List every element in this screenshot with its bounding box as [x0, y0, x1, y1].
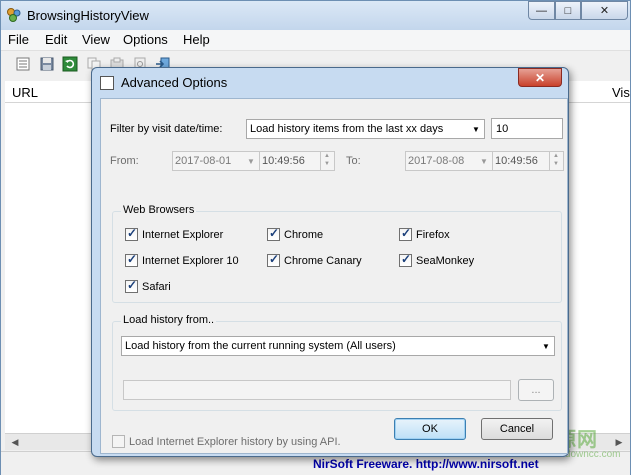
spinner-icon[interactable]: ▲ ▼: [549, 152, 563, 170]
minimize-button[interactable]: —: [528, 1, 555, 20]
checkbox-label: Internet Explorer 10: [142, 254, 239, 267]
refresh-icon[interactable]: [62, 56, 78, 72]
days-value: 10: [496, 123, 509, 135]
menu-help[interactable]: Help: [181, 32, 212, 47]
from-date-picker[interactable]: 2017-08-01 ▼: [172, 151, 260, 171]
checkbox-label: Firefox: [416, 228, 450, 241]
browse-label: ...: [531, 384, 541, 396]
window-title: BrowsingHistoryView: [27, 8, 149, 23]
properties-icon[interactable]: [15, 56, 31, 72]
checkbox-seamonkey[interactable]: ✓ SeaMonkey: [399, 252, 475, 267]
nirsoft-link[interactable]: NirSoft Freeware. http://www.nirsoft.net: [313, 457, 539, 471]
from-time-value: 10:49:56: [262, 155, 305, 167]
dialog-title-bar: Advanced Options ✕: [92, 68, 568, 97]
cancel-label: Cancel: [499, 423, 535, 435]
from-label: From:: [110, 155, 139, 167]
advanced-options-dialog: Advanced Options ✕ Filter by visit date/…: [91, 67, 569, 457]
menu-view[interactable]: View: [80, 32, 112, 47]
dialog-window-icon: [100, 76, 114, 90]
chevron-down-icon: ▼: [542, 341, 550, 351]
checkbox-firefox[interactable]: ✓ Firefox: [399, 226, 450, 241]
close-icon: ✕: [599, 5, 610, 17]
checkbox-label: SeaMonkey: [416, 254, 475, 267]
checkbox-internet-explorer-10[interactable]: ✓ Internet Explorer 10: [125, 252, 239, 267]
dialog-close-button[interactable]: ✕: [518, 68, 562, 87]
history-source-select[interactable]: Load history from the current running sy…: [121, 336, 555, 356]
scroll-right-icon[interactable]: ▶: [611, 436, 627, 449]
web-browsers-title: Web Browsers: [121, 204, 197, 216]
chevron-down-icon: ▼: [480, 156, 488, 166]
column-url-header[interactable]: URL: [12, 85, 38, 100]
app-icon: [7, 8, 21, 22]
maximize-icon: □: [564, 4, 572, 17]
checkbox-chrome[interactable]: ✓ Chrome: [267, 226, 324, 241]
filter-mode-value: Load history items from the last xx days: [250, 123, 444, 135]
menu-edit[interactable]: Edit: [43, 32, 69, 47]
to-date-value: 2017-08-08: [408, 155, 465, 167]
chevron-down-icon: ▼: [247, 156, 255, 166]
menu-file[interactable]: File: [6, 32, 31, 47]
from-time-picker[interactable]: 10:49:56 ▲ ▼: [259, 151, 335, 171]
maximize-button[interactable]: □: [555, 1, 581, 20]
history-path-input[interactable]: [123, 380, 511, 400]
checkbox-chrome-canary[interactable]: ✓ Chrome Canary: [267, 252, 362, 267]
ok-button[interactable]: OK: [394, 418, 466, 440]
column-visit-header[interactable]: Vis: [612, 85, 630, 100]
close-button[interactable]: ✕: [581, 1, 628, 20]
checkbox-label: Safari: [142, 280, 171, 293]
checkbox-label: Chrome: [284, 228, 324, 241]
menu-bar: File Edit View Options Help: [1, 30, 630, 51]
load-history-group: Load history from.. Load history from th…: [112, 314, 562, 411]
checkbox-safari[interactable]: ✓ Safari: [125, 278, 171, 293]
from-date-value: 2017-08-01: [175, 155, 232, 167]
dialog-body: Filter by visit date/time: Load history …: [100, 98, 568, 454]
to-time-value: 10:49:56: [495, 155, 538, 167]
days-input[interactable]: 10: [491, 118, 563, 139]
dialog-title: Advanced Options: [121, 75, 228, 90]
checkbox-internet-explorer[interactable]: ✓ Internet Explorer: [125, 226, 224, 241]
browse-button[interactable]: ...: [518, 379, 554, 401]
checkbox-label: Load Internet Explorer history by using …: [129, 435, 341, 448]
history-source-value: Load history from the current running sy…: [125, 340, 396, 352]
to-label: To:: [346, 155, 361, 167]
to-time-picker[interactable]: 10:49:56 ▲ ▼: [492, 151, 564, 171]
to-date-picker[interactable]: 2017-08-08 ▼: [405, 151, 493, 171]
save-icon[interactable]: [39, 56, 55, 72]
chevron-down-icon: ▼: [472, 124, 480, 134]
load-history-title: Load history from..: [121, 314, 217, 326]
checkbox-label: Chrome Canary: [284, 254, 362, 267]
cancel-button[interactable]: Cancel: [481, 418, 553, 440]
close-icon: ✕: [534, 70, 546, 85]
web-browsers-group: Web Browsers ✓ Internet Explorer ✓ Chrome …: [112, 204, 562, 303]
checkbox-label: Internet Explorer: [142, 228, 224, 241]
menu-options[interactable]: Options: [121, 32, 170, 47]
spinner-icon[interactable]: ▲ ▼: [320, 152, 334, 170]
filter-mode-select[interactable]: Load history items from the last xx days…: [246, 119, 485, 139]
filter-label: Filter by visit date/time:: [110, 123, 223, 135]
checkbox-ie-api[interactable]: Load Internet Explorer history by using …: [112, 435, 341, 448]
ok-label: OK: [422, 423, 438, 435]
scroll-left-icon[interactable]: ◀: [7, 436, 23, 449]
title-bar: BrowsingHistoryView — □ ✕: [1, 1, 630, 30]
minimize-icon: —: [536, 4, 547, 17]
